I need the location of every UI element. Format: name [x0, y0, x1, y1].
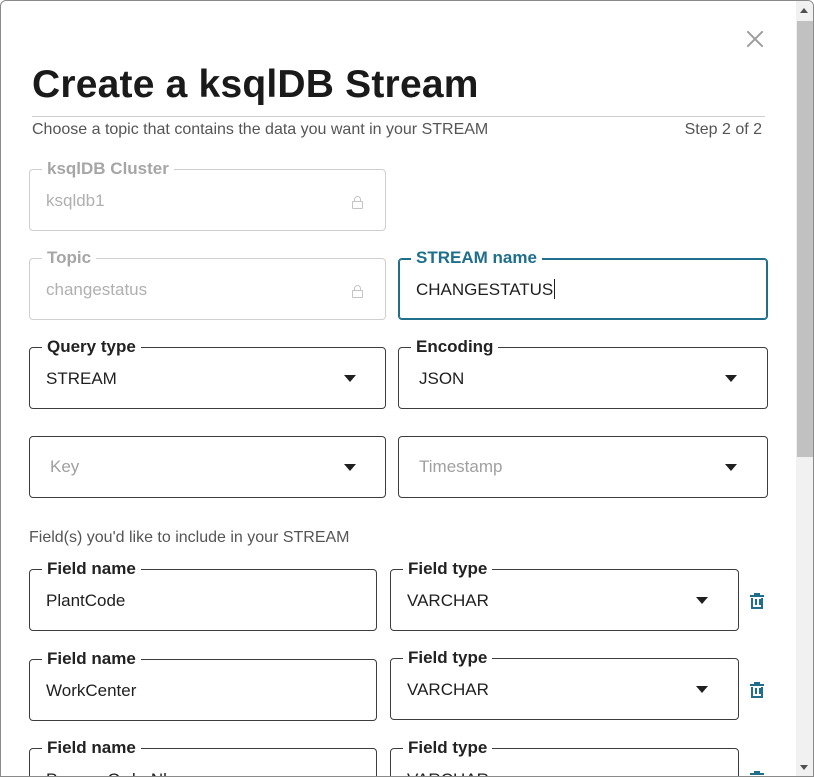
field-name-value[interactable]: ProcessOrderNb [46, 769, 173, 776]
ksqldb-cluster-label: ksqlDB Cluster [42, 158, 174, 180]
key-placeholder: Key [50, 457, 80, 476]
dropdown-arrow-icon[interactable] [725, 375, 737, 382]
field-name-input[interactable]: Field name WorkCenter [29, 648, 377, 721]
field-name-label: Field name [42, 737, 141, 759]
field-type-select[interactable]: Field type VARCHAR [390, 737, 739, 776]
timestamp-select[interactable]: Timestamp [398, 436, 768, 498]
key-select[interactable]: Key [29, 436, 386, 498]
dialog-subtitle: Choose a topic that contains the data yo… [32, 121, 489, 138]
vertical-scrollbar[interactable] [796, 1, 813, 776]
dropdown-arrow-icon[interactable] [725, 464, 737, 471]
close-icon[interactable] [741, 25, 769, 53]
fields-section-label: Field(s) you'd like to include in your S… [29, 529, 350, 546]
query-type-label: Query type [42, 336, 141, 358]
field-type-select[interactable]: Field type VARCHAR [390, 647, 739, 720]
scroll-up-arrow-icon[interactable] [800, 8, 808, 13]
field-name-label: Field name [42, 648, 141, 670]
dropdown-arrow-icon[interactable] [696, 686, 708, 693]
timestamp-placeholder: Timestamp [419, 457, 503, 476]
stream-name-value[interactable]: CHANGESTATUS [416, 280, 553, 299]
topic-field: Topic changestatus [29, 247, 386, 320]
encoding-label: Encoding [411, 336, 499, 358]
field-type-label: Field type [403, 558, 493, 580]
field-name-value[interactable]: PlantCode [46, 590, 125, 612]
lock-icon [352, 285, 363, 298]
field-name-input[interactable]: Field name ProcessOrderNb [29, 737, 377, 776]
scroll-down-arrow-icon[interactable] [800, 765, 808, 770]
trash-icon[interactable] [750, 771, 764, 776]
encoding-select[interactable]: Encoding JSON [398, 336, 768, 409]
trash-icon[interactable] [750, 682, 764, 698]
field-type-label: Field type [403, 647, 493, 669]
field-name-label: Field name [42, 558, 141, 580]
stream-name-input[interactable]: STREAM name CHANGESTATUS [398, 247, 768, 320]
trash-icon[interactable] [750, 593, 764, 609]
encoding-value: JSON [419, 369, 465, 388]
field-name-value[interactable]: WorkCenter [46, 680, 136, 702]
topic-label: Topic [42, 247, 97, 269]
topic-value: changestatus [46, 280, 148, 299]
scrollbar-thumb[interactable] [797, 21, 813, 457]
dropdown-arrow-icon[interactable] [344, 464, 356, 471]
title-divider [32, 116, 765, 117]
field-type-select[interactable]: Field type VARCHAR [390, 558, 739, 631]
text-cursor [554, 279, 556, 299]
field-type-value: VARCHAR [407, 680, 489, 699]
field-name-input[interactable]: Field name PlantCode [29, 558, 377, 631]
query-type-select[interactable]: Query type STREAM [29, 336, 386, 409]
create-stream-dialog: Create a ksqlDB Stream Choose a topic th… [0, 0, 814, 777]
step-indicator: Step 2 of 2 [684, 121, 762, 138]
lock-icon [352, 196, 363, 209]
ksqldb-cluster-value: ksqldb1 [46, 191, 105, 210]
field-type-value: VARCHAR [407, 769, 489, 776]
field-type-label: Field type [403, 737, 493, 759]
dropdown-arrow-icon[interactable] [344, 375, 356, 382]
field-type-value: VARCHAR [407, 591, 489, 610]
query-type-value: STREAM [46, 369, 117, 388]
dialog-title: Create a ksqlDB Stream [32, 63, 479, 106]
ksqldb-cluster-field: ksqlDB Cluster ksqldb1 [29, 158, 386, 231]
dropdown-arrow-icon[interactable] [696, 597, 708, 604]
stream-name-label: STREAM name [411, 247, 542, 269]
